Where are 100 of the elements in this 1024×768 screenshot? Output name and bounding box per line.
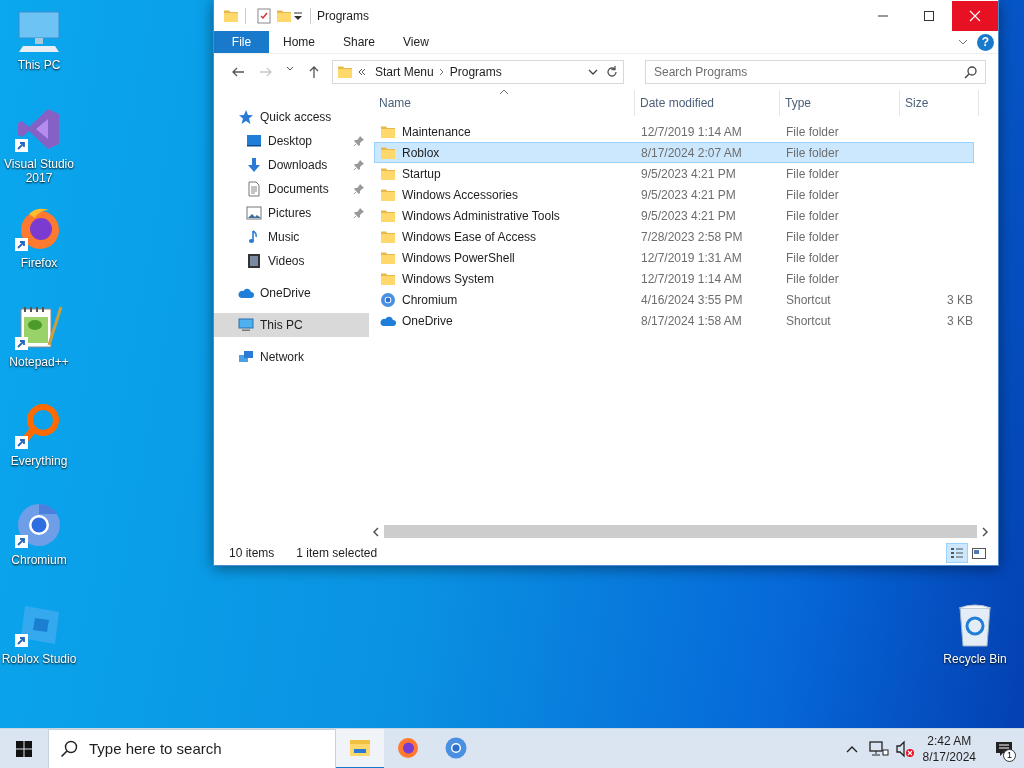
column-header[interactable]: Type	[780, 90, 900, 116]
nav-item[interactable]: Quick access	[214, 105, 369, 129]
nav-item[interactable]: Documents	[214, 177, 369, 201]
item-count: 10 items	[229, 544, 275, 562]
file-row[interactable]: Windows Ease of Access 7/28/2023 2:58 PM File folder	[374, 226, 974, 247]
nav-item[interactable]: This PC	[214, 313, 369, 337]
chromium-icon	[444, 735, 468, 760]
address-bar[interactable]: Start Menu Programs	[332, 60, 624, 84]
date-modified: 9/5/2023 4:21 PM	[640, 186, 737, 204]
network-icon[interactable]	[868, 739, 889, 758]
nav-item[interactable]: Downloads	[214, 153, 369, 177]
selection-count: 1 item selected	[296, 544, 378, 562]
properties-icon[interactable]	[256, 7, 272, 24]
file-type: File folder	[785, 123, 840, 141]
file-row[interactable]: Windows Accessories 9/5/2023 4:21 PM File folder	[374, 184, 974, 205]
clock[interactable]: 2:42 AM 8/17/2024	[914, 732, 984, 765]
chevrons-icon[interactable]	[357, 67, 367, 77]
download-icon	[246, 157, 262, 173]
picture-icon	[246, 205, 262, 221]
nav-item[interactable]: Desktop	[214, 129, 369, 153]
computer-icon	[238, 317, 254, 333]
icon-label: Firefox	[19, 256, 59, 270]
ribbon-tab[interactable]: Home	[269, 31, 329, 53]
file-row[interactable]: OneDrive 8/17/2024 1:58 AM Shortcut 3 KB	[374, 310, 974, 331]
document-icon	[246, 181, 262, 197]
icon-label: Notepad++	[8, 355, 70, 369]
taskbar-app[interactable]	[336, 728, 384, 768]
date-modified: 7/28/2023 2:58 PM	[640, 228, 744, 246]
breadcrumb-item[interactable]: Programs	[445, 63, 506, 81]
notifications-button[interactable]: 1	[984, 728, 1024, 768]
chromium-icon[interactable]	[15, 501, 63, 549]
file-type: File folder	[785, 249, 840, 267]
taskbar-search-field[interactable]: Type here to search	[48, 728, 336, 768]
nav-item[interactable]: Videos	[214, 249, 369, 273]
file-type: File folder	[785, 186, 840, 204]
column-header[interactable]: Name	[374, 90, 635, 116]
nav-item[interactable]: Music	[214, 225, 369, 249]
window-title: Programs	[317, 7, 369, 25]
close-button[interactable]	[952, 0, 998, 31]
nav-item[interactable]: Network	[214, 345, 369, 369]
icon-label: Everything	[9, 454, 69, 468]
monitor-icon	[246, 133, 262, 149]
date-modified: 4/16/2024 3:55 PM	[640, 291, 744, 309]
date-modified: 12/7/2019 1:14 AM	[640, 123, 743, 141]
breadcrumb-item[interactable]: Start Menu	[371, 63, 438, 81]
file-row[interactable]: Startup 9/5/2023 4:21 PM File folder	[374, 163, 974, 184]
file-row[interactable]: Windows PowerShell 12/7/2019 1:31 AM File folder	[374, 247, 974, 268]
pin-icon[interactable]	[353, 183, 365, 195]
file-row[interactable]: Roblox 8/17/2024 2:07 AM File folder	[374, 142, 974, 163]
file-row[interactable]: Windows Administrative Tools 9/5/2023 4:21 PM File folder	[374, 205, 974, 226]
search-icon	[964, 65, 978, 79]
refresh-icon[interactable]	[605, 65, 619, 79]
date-modified: 12/7/2019 1:14 AM	[640, 270, 743, 288]
pin-icon[interactable]	[353, 207, 365, 219]
icon-label: Roblox Studio	[1, 652, 77, 666]
file-name: Maintenance	[402, 123, 471, 141]
file-type: File folder	[785, 207, 840, 225]
chromium-shortcut-icon	[380, 291, 396, 308]
file-name: Windows System	[402, 270, 495, 288]
file-row[interactable]: Maintenance 12/7/2019 1:14 AM File folder	[374, 121, 974, 142]
windows-logo-icon[interactable]	[16, 740, 32, 757]
file-name: OneDrive	[402, 312, 453, 330]
file-menu-button[interactable]: File	[214, 31, 269, 53]
help-button[interactable]: ?	[977, 33, 994, 51]
scroll-right-icon[interactable]	[980, 526, 990, 537]
nav-item[interactable]: OneDrive	[214, 281, 369, 305]
search-icon	[60, 739, 78, 758]
pin-icon[interactable]	[353, 159, 365, 171]
file-name: Chromium	[402, 291, 458, 309]
file-name: Startup	[402, 165, 441, 183]
file-row[interactable]: Chromium 4/16/2024 3:55 PM Shortcut 3 KB	[374, 289, 974, 310]
file-row[interactable]: Windows System 12/7/2019 1:14 AM File folder	[374, 268, 974, 289]
close-icon[interactable]	[969, 9, 981, 22]
file-type: Shortcut	[785, 312, 832, 330]
scroll-left-icon[interactable]	[371, 526, 381, 537]
column-header[interactable]: Size	[900, 90, 979, 116]
icon-label: Chromium	[10, 553, 68, 567]
nav-item[interactable]: Pictures	[214, 201, 369, 225]
icon-label: This PC	[16, 58, 62, 72]
file-name: Windows Administrative Tools	[402, 207, 560, 225]
file-type: File folder	[785, 144, 840, 162]
scrollbar-thumb[interactable]	[384, 525, 977, 538]
file-name: Windows Ease of Access	[402, 228, 537, 246]
file-type: Shortcut	[785, 291, 832, 309]
file-size: 3 KB	[946, 312, 973, 330]
maximize-icon[interactable]	[923, 9, 935, 22]
file-type: File folder	[785, 228, 840, 246]
date-modified: 8/17/2024 2:07 AM	[640, 144, 743, 162]
ribbon-tab[interactable]: View	[389, 31, 443, 53]
file-type: File folder	[785, 270, 840, 288]
network-icon	[238, 349, 254, 365]
ribbon-tab[interactable]: Share	[329, 31, 390, 53]
column-header[interactable]: Date modified	[635, 90, 780, 116]
star-icon	[238, 109, 254, 125]
file-type: File folder	[785, 165, 840, 183]
fox-globe-icon	[396, 735, 420, 760]
pin-icon[interactable]	[353, 135, 365, 147]
muted-speaker-icon[interactable]	[894, 739, 915, 758]
search-field[interactable]: Search Programs	[645, 60, 986, 84]
date-modified: 9/5/2023 4:21 PM	[640, 207, 737, 225]
